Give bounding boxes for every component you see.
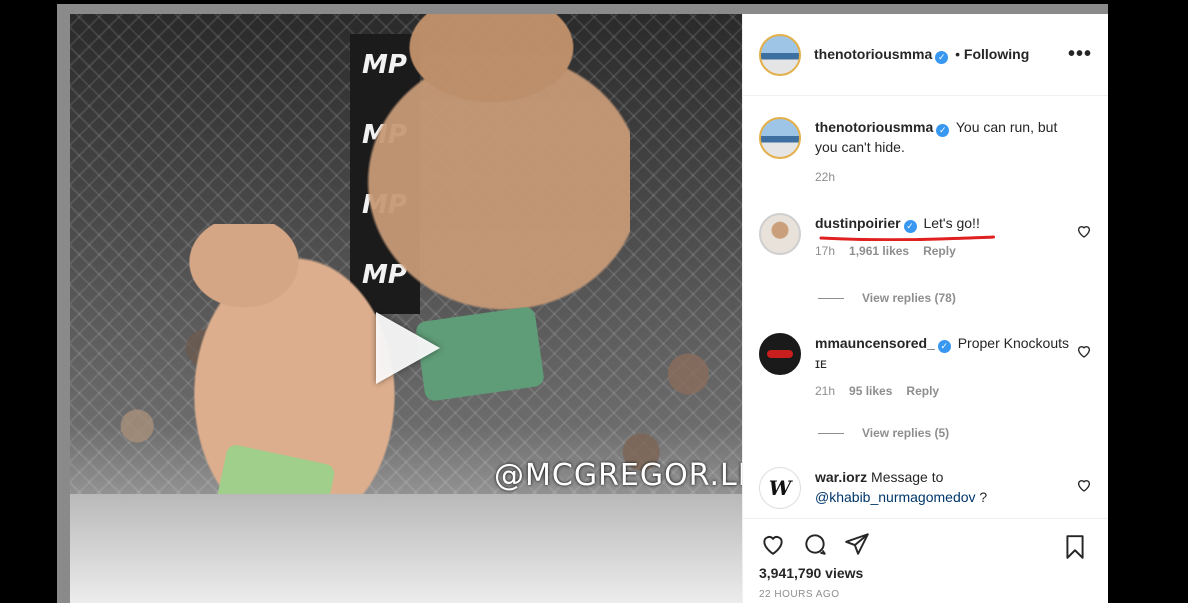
comment-item: W war.iorz Message to @khabib_nurmagomed… [759,467,1092,509]
comment-text: Message to [871,469,944,485]
comment-avatar[interactable] [759,333,801,375]
save-bookmark-icon[interactable] [1062,533,1088,561]
reply-button[interactable]: Reply [906,381,939,401]
post-timestamp[interactable]: 22 HOURS AGO [759,589,1092,600]
mention-link[interactable]: @khabib_nurmagomedov [815,489,976,505]
comment-username[interactable]: war.iorz [815,469,867,485]
comment-likes[interactable]: 1,961 likes [849,241,909,261]
more-options-icon[interactable]: ••• [1068,43,1092,66]
separator-dot: • [955,45,961,62]
verified-badge-icon: ✓ [903,220,917,233]
red-underline-annotation [819,235,995,241]
comment-bubble-icon[interactable] [801,531,829,557]
reply-button[interactable]: Reply [923,241,956,261]
comment-username[interactable]: mmauncensored_ [815,335,935,351]
comment-likes[interactable]: 95 likes [849,381,892,401]
comment-item: mmauncensored_ ✓ Proper Knockouts ɪᴇ 21h … [759,333,1092,401]
share-paper-plane-icon[interactable] [843,531,871,557]
octagon-floor [70,494,742,603]
comment-avatar[interactable] [759,213,801,255]
author-avatar[interactable] [759,33,801,76]
caption-username[interactable]: thenotoriousmma [815,119,933,135]
like-heart-icon[interactable] [1076,343,1092,359]
comments-list[interactable]: thenotoriousmma ✓ You can run, but you ca… [743,97,1108,518]
post-video[interactable]: MP MP MP MP @MCGREGOR.LION [70,14,742,603]
author-username[interactable]: thenotoriousmma [814,46,932,62]
comment-suffix: ? [975,489,988,505]
view-count[interactable]: 3,941,790 views [759,565,1092,581]
comment-time[interactable]: 21h [815,381,835,401]
post-actions: 3,941,790 views 22 HOURS AGO [743,518,1108,600]
caption: thenotoriousmma ✓ You can run, but you ca… [759,117,1092,187]
following-button[interactable]: Following [964,46,1029,62]
post-header: thenotoriousmma ✓ • Following ••• [743,14,1108,96]
verified-badge-icon: ✓ [935,50,949,64]
verified-badge-icon: ✓ [937,340,951,353]
video-watermark: @MCGREGOR.LION [494,458,742,493]
author-info: thenotoriousmma ✓ • Following [814,46,1029,64]
view-replies-button[interactable]: View replies (5) [818,426,949,440]
play-icon[interactable] [376,312,440,384]
post-side-panel: thenotoriousmma ✓ • Following ••• thenoto… [742,14,1108,603]
caption-avatar[interactable] [759,117,801,159]
comment-time[interactable]: 17h [815,241,835,261]
comment-avatar[interactable]: W [759,467,801,509]
like-heart-icon[interactable] [1076,477,1092,493]
comment-text: Let's go!! [923,215,980,231]
verified-badge-icon: ✓ [936,124,950,137]
like-heart-icon[interactable] [1076,223,1092,239]
view-replies-button[interactable]: View replies (78) [818,291,956,305]
comment-username[interactable]: dustinpoirier [815,215,901,231]
like-heart-icon[interactable] [759,531,787,557]
caption-time[interactable]: 22h [815,167,835,187]
